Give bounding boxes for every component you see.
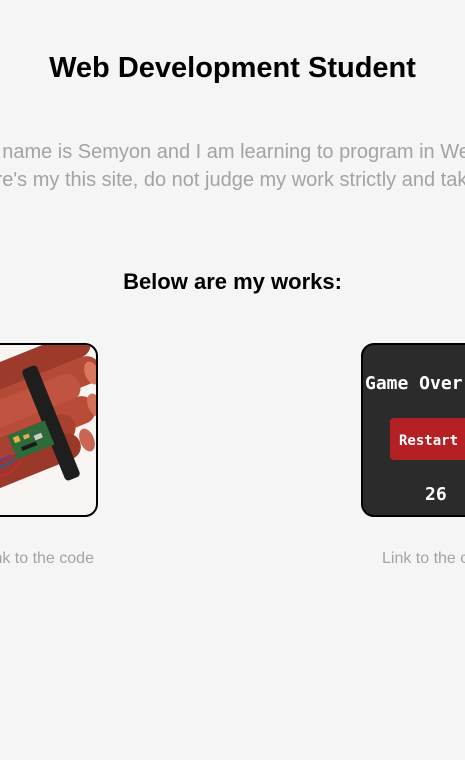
intro-text: My name is Semyon and I am learning to p…: [0, 138, 465, 194]
page: Web Development Student My name is Semyo…: [0, 0, 465, 760]
restart-label: Restart: [399, 433, 458, 449]
game-over-text: Game Over: [365, 373, 463, 394]
code-link-dynamite[interactable]: Link to the code: [0, 550, 94, 568]
works-heading: Below are my works:: [123, 269, 342, 294]
intro-line-1: My name is Semyon and I am learning to p…: [0, 141, 465, 163]
code-link-game[interactable]: Link to the code: [382, 550, 465, 568]
dynamite-bundle-icon: [0, 345, 96, 503]
page-title: Web Development Student: [49, 52, 416, 84]
work-card-dynamite[interactable]: [0, 343, 98, 517]
intro-line-2: Here's my this site, do not judge my wor…: [0, 169, 465, 191]
score-value: 26: [425, 484, 447, 505]
game-over-screen: Game Over Restart 26: [365, 373, 465, 505]
work-card-game[interactable]: Game Over Restart 26: [361, 343, 465, 517]
